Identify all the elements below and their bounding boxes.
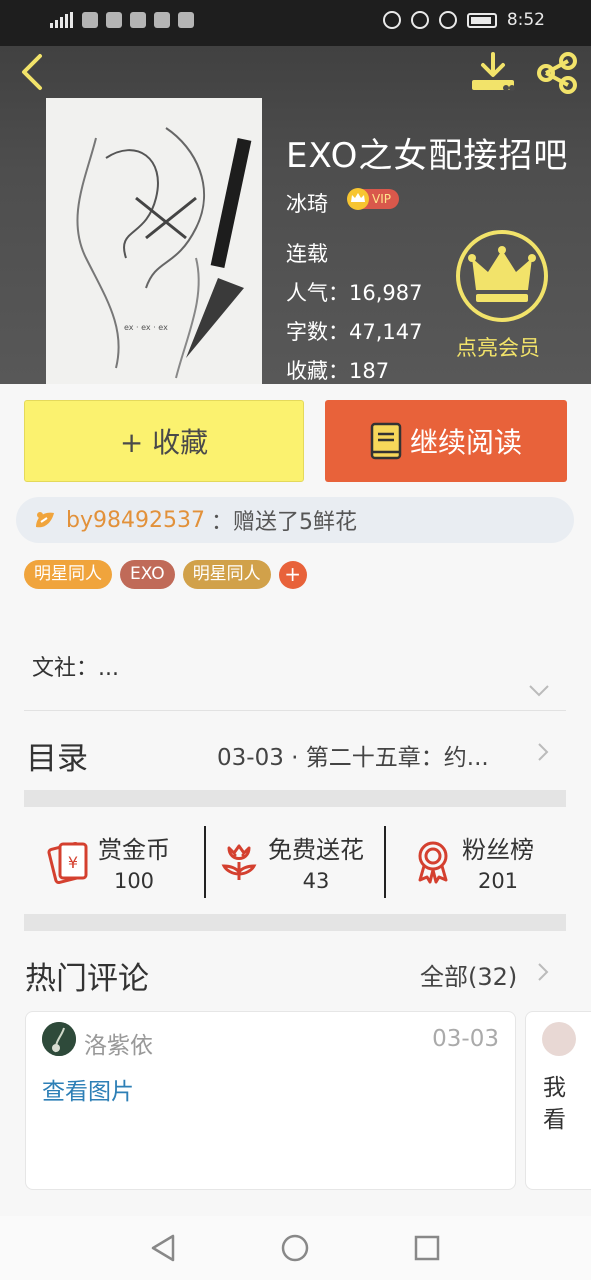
status-left-icons (50, 12, 194, 28)
system-nav-bar (0, 1216, 591, 1280)
book-word-count: 字数：47,147 (286, 320, 423, 344)
book-detail-page: 8:52 ex · ex · ex EXO之女配接招吧 冰琦 VIP 连载 人气… (0, 0, 591, 1280)
toc-title[interactable]: 目录 (26, 733, 88, 778)
nav-home-icon[interactable] (280, 1233, 310, 1263)
wechat-icon (130, 12, 146, 28)
book-cover[interactable]: ex · ex · ex (46, 98, 262, 384)
stat-separator (384, 826, 386, 898)
avatar[interactable] (42, 1022, 76, 1056)
all-comments-link[interactable]: 全部(32) (420, 957, 517, 992)
stat-separator (204, 826, 206, 898)
book-popularity: 人气：16,987 (286, 281, 423, 305)
comment-card[interactable]: 洛紫依 03-03 查看图片 (25, 1011, 516, 1190)
add-favorite-button[interactable]: + 收藏 (24, 400, 304, 482)
svg-text:¥: ¥ (68, 853, 78, 872)
toc-latest-chapter[interactable]: 03-03 · 第二十五章：约... (217, 738, 533, 772)
tag-list: 明星同人 EXO 明星同人 + (24, 560, 307, 589)
tag-item[interactable]: EXO (120, 560, 175, 589)
vip-crown-icon (347, 188, 369, 210)
flower-gift-icon (36, 512, 54, 528)
status-right-icons: 8:52 (382, 10, 545, 30)
member-label[interactable]: 点亮会员 (456, 332, 540, 362)
divider (24, 710, 566, 711)
stat-label: 赏金币 (98, 835, 170, 864)
reward-coins-button[interactable]: ¥ 赏金币 100 (46, 822, 170, 900)
comment-content-link[interactable]: 查看图片 (42, 1072, 134, 1106)
fan-ranking-button[interactable]: 粉丝榜 201 (410, 822, 534, 900)
section-divider (24, 790, 566, 807)
share-icon[interactable] (534, 50, 580, 96)
vip-badge: VIP (347, 188, 399, 210)
stat-count: 43 (302, 868, 330, 893)
add-favorite-label: + 收藏 (119, 426, 209, 459)
stat-count: 100 (113, 868, 155, 893)
gift-sender[interactable]: by98492537 (66, 508, 205, 533)
add-tag-button[interactable]: + (278, 560, 307, 589)
comment-card[interactable]: 我看 (525, 1011, 591, 1190)
eye-icon (382, 11, 401, 29)
comment-date: 03-03 (432, 1026, 499, 1052)
book-title: EXO之女配接招吧 (286, 136, 569, 176)
mute-icon (438, 11, 457, 29)
book-favorites: 收藏：187 (286, 359, 390, 383)
status-bar: 8:52 (0, 0, 591, 46)
nav-back-icon[interactable] (149, 1233, 179, 1263)
tag-item[interactable]: 明星同人 (24, 560, 112, 589)
continue-reading-label: 继续阅读 (409, 426, 522, 459)
app-icon (178, 12, 194, 28)
tag-item[interactable]: 明星同人 (182, 560, 271, 589)
hot-comments-title: 热门评论 (25, 961, 149, 997)
comment-content: 我看 (543, 1075, 566, 1133)
signal-icon (50, 12, 74, 28)
battery-icon (466, 12, 497, 28)
toc-chevron-right-icon[interactable] (537, 742, 549, 762)
nav-recents-icon[interactable] (412, 1233, 442, 1263)
society-info: 文社：... (32, 656, 119, 681)
svg-text:ex · ex · ex: ex · ex · ex (124, 323, 168, 332)
send-flower-button[interactable]: 免费送花 43 (216, 822, 364, 900)
red-envelope-icon: ¥ (47, 842, 88, 884)
author-name[interactable]: 冰琦 (286, 188, 328, 218)
stat-count: 201 (477, 868, 519, 893)
stat-label: 免费送花 (268, 835, 364, 864)
comments-chevron-right-icon[interactable] (537, 962, 549, 982)
vip-label: VIP (372, 192, 391, 206)
gift-message: ：赠送了5鲜花 (210, 510, 357, 535)
member-crown-icon[interactable] (454, 228, 550, 324)
gift-banner[interactable]: by98492537 ：赠送了5鲜花 (16, 497, 574, 543)
alarm-icon (410, 11, 429, 29)
book-icon (370, 422, 402, 460)
comment-username[interactable]: 洛紫依 (84, 1026, 153, 1060)
stat-label: 粉丝榜 (462, 835, 534, 864)
download-icon[interactable] (468, 50, 518, 96)
book-status: 连载 (286, 242, 328, 266)
section-divider (24, 914, 566, 931)
continue-reading-button[interactable]: 继续阅读 (325, 400, 567, 482)
cover-sketch-image: ex · ex · ex (46, 98, 262, 384)
tiktok-icon (106, 12, 122, 28)
medal-icon (418, 841, 448, 884)
chevron-down-icon[interactable] (528, 684, 550, 698)
status-time: 8:52 (506, 10, 545, 30)
flower-icon (221, 844, 257, 880)
back-arrow-icon[interactable] (14, 52, 54, 92)
headset-icon (82, 12, 98, 28)
avatar[interactable] (542, 1022, 576, 1056)
stats-row: ¥ 赏金币 100 免费送花 43 粉丝榜 201 (24, 822, 566, 900)
baidu-icon (154, 12, 170, 28)
